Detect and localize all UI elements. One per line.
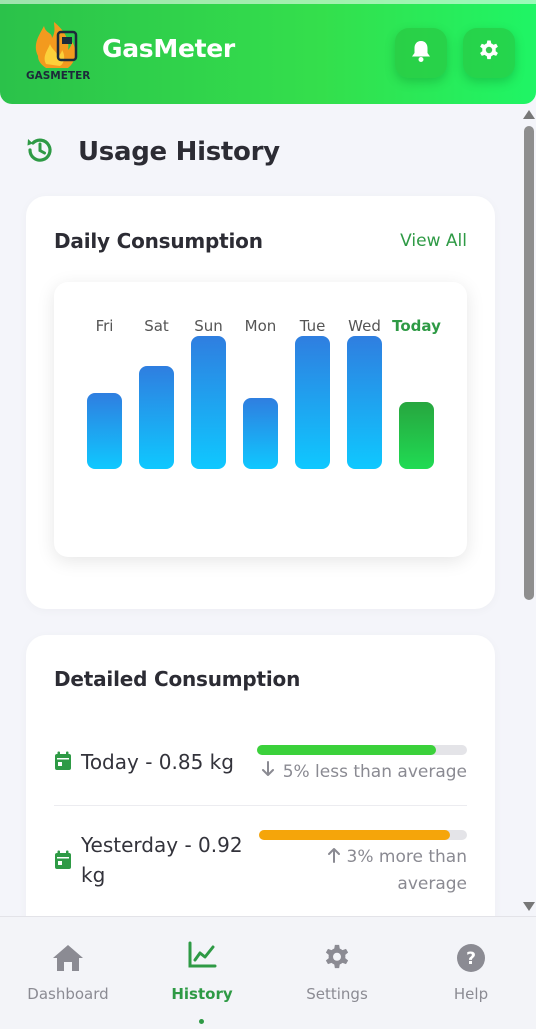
chart-day-label: Wed <box>348 317 381 335</box>
daily-consumption-chart: Fri Sat Sun Mon Tue Wed Today <box>54 282 467 557</box>
chart-bar-fri[interactable] <box>87 392 122 469</box>
home-icon <box>51 943 85 977</box>
detail-row-label: Yesterday - 0.92 kg <box>81 833 243 887</box>
daily-consumption-title: Daily Consumption <box>54 229 263 253</box>
detailed-consumption-title: Detailed Consumption <box>54 667 301 691</box>
nav-item-settings[interactable]: Settings <box>270 917 404 1029</box>
help-icon: ? <box>456 943 486 977</box>
arrow-down-icon <box>261 759 275 785</box>
chart-bar-mon[interactable] <box>243 397 278 469</box>
usage-progress-bar <box>259 830 467 840</box>
chart-day-label: Sat <box>144 317 169 335</box>
usage-progress-fill <box>259 830 451 840</box>
nav-label: History <box>171 985 233 1003</box>
main-content[interactable]: Usage History Daily Consumption View All… <box>0 104 520 916</box>
chart-bar-wed[interactable] <box>347 336 382 469</box>
chart-bar-sat[interactable] <box>139 365 174 469</box>
scroll-down-arrow[interactable] <box>523 902 535 911</box>
row-divider <box>54 805 467 806</box>
chart-line-icon <box>187 941 217 973</box>
detailed-consumption-card: Detailed Consumption Today - 0.85 kg 5% … <box>26 635 495 916</box>
usage-progress-bar <box>257 745 467 755</box>
scrollbar[interactable] <box>520 104 536 916</box>
detail-row-today[interactable]: Today - 0.85 kg 5% less than average <box>54 745 467 795</box>
history-icon <box>24 134 56 170</box>
bottom-nav: Dashboard History Settings ? Help <box>0 916 536 1029</box>
gear-icon <box>322 943 352 977</box>
app-logo: GASMETER <box>24 18 92 84</box>
detail-row-note-text: 3% more than average <box>346 847 467 894</box>
chart-bar-today[interactable] <box>399 402 434 469</box>
page-title: Usage History <box>78 137 280 167</box>
nav-item-help[interactable]: ? Help <box>404 917 536 1029</box>
app-title: GasMeter <box>102 34 235 63</box>
page-title-row: Usage History <box>24 134 280 170</box>
nav-label: Dashboard <box>27 985 109 1003</box>
bell-icon <box>410 39 432 67</box>
detail-row-note: 5% less than average <box>261 759 467 785</box>
nav-item-dashboard[interactable]: Dashboard <box>1 917 135 1029</box>
detail-row-label: Today - 0.85 kg <box>81 750 234 774</box>
gear-icon <box>477 39 501 67</box>
nav-label: Help <box>453 985 489 1003</box>
detail-row-note-text: 5% less than average <box>282 762 467 782</box>
notifications-button[interactable] <box>395 28 447 78</box>
detail-row-yesterday[interactable]: Yesterday - 0.92 kg 3% more than average <box>54 830 467 900</box>
settings-button[interactable] <box>463 28 515 78</box>
logo-text: GASMETER <box>26 70 90 82</box>
nav-item-history[interactable]: History <box>135 917 269 1029</box>
arrow-up-icon <box>327 845 341 871</box>
calendar-icon <box>54 850 72 874</box>
scroll-up-arrow[interactable] <box>523 110 535 119</box>
calendar-icon <box>54 751 72 775</box>
daily-consumption-card: Daily Consumption View All Fri Sat Sun Mon T… <box>26 196 495 609</box>
chart-day-label: Fri <box>95 317 114 335</box>
detail-row-note: 3% more than average <box>302 844 467 897</box>
view-all-link[interactable]: View All <box>400 231 467 251</box>
chart-bar-tue[interactable] <box>295 336 330 469</box>
chart-day-label: Tue <box>299 317 326 335</box>
scrollbar-thumb[interactable] <box>524 126 534 600</box>
chart-day-label: Sun <box>194 317 223 335</box>
chart-day-label: Mon <box>244 317 277 335</box>
usage-progress-fill <box>257 745 436 755</box>
app-header: GASMETER GasMeter <box>0 0 536 104</box>
nav-label: Settings <box>306 985 368 1003</box>
header-top-line <box>0 0 536 4</box>
chart-day-label: Today <box>392 317 441 335</box>
chart-bar-sun[interactable] <box>191 336 226 469</box>
active-indicator <box>199 1019 204 1024</box>
svg-text:?: ? <box>466 949 476 969</box>
